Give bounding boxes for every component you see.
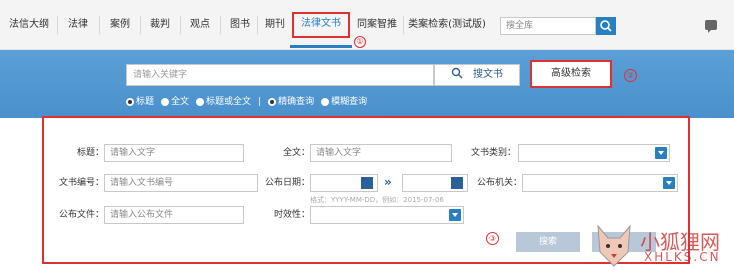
- validity-select[interactable]: [310, 206, 464, 224]
- pubdate-label: 公布日期：: [264, 178, 310, 188]
- radio-fulltext-label: 全文: [171, 97, 190, 107]
- nav-divider: [57, 16, 58, 34]
- marker-2: ②: [624, 69, 637, 82]
- search-icon: [600, 20, 612, 32]
- radio-title-or-fulltext-label: 标题或全文: [206, 97, 252, 107]
- nav-item-books[interactable]: 图书: [222, 0, 258, 50]
- calendar-icon[interactable]: [451, 177, 463, 189]
- advanced-search-submit-button[interactable]: 搜索: [516, 232, 580, 252]
- date-from-input[interactable]: [310, 174, 378, 192]
- nav-item-journal[interactable]: 期刊: [259, 0, 291, 50]
- doctype-select[interactable]: [518, 144, 670, 162]
- search-docs-label: 搜文书: [473, 69, 503, 80]
- top-nav: 法信大纲 法律 案例 裁判 观点 图书 期刊 法律文书 ① 同案智推 类案检索(…: [0, 0, 734, 50]
- nav-item-opinion[interactable]: 观点: [182, 0, 218, 50]
- pubfile-label: 公布文件：: [58, 210, 104, 220]
- title-input[interactable]: 请输入文字: [104, 144, 244, 162]
- global-search-button[interactable]: [596, 17, 616, 35]
- search-icon: [451, 67, 463, 79]
- nav-divider: [99, 16, 100, 34]
- docno-label: 文书编号：: [58, 178, 104, 188]
- radio-dot: [321, 98, 330, 106]
- nav-divider: [257, 16, 258, 34]
- search-scope-options: 标题 全文 标题或全文 | 精确查询 模糊查询: [126, 95, 367, 109]
- advanced-search-panel: 标题： 请输入文字 全文： 请输入文字 文书类别： 文书编号： 请输入文书编号 …: [42, 116, 690, 264]
- radio-exact-label: 精确查询: [278, 97, 315, 107]
- nav-item-similar-case[interactable]: 类案检索(测试版): [405, 0, 489, 50]
- date-to-input[interactable]: [402, 174, 468, 192]
- nav-item-legal-docs[interactable]: 法律文书: [290, 12, 352, 48]
- chevron-down-icon: [663, 177, 675, 189]
- docno-input[interactable]: 请输入文书编号: [104, 174, 258, 192]
- range-arrow-icon: »: [384, 175, 392, 189]
- calendar-icon[interactable]: [361, 177, 373, 189]
- chevron-down-icon: [655, 147, 667, 159]
- radio-title-or-fulltext[interactable]: 标题或全文: [196, 95, 251, 109]
- option-divider: |: [258, 97, 262, 107]
- radio-dot: [268, 98, 277, 106]
- nav-divider: [403, 16, 404, 34]
- validity-label: 时效性：: [273, 210, 310, 220]
- global-search-input[interactable]: 搜全库: [500, 17, 596, 35]
- watermark-domain: XHLKS.CN: [644, 250, 721, 264]
- pubfile-input[interactable]: 请输入公布文件: [104, 206, 244, 224]
- nav-divider: [180, 16, 181, 34]
- keyword-input[interactable]: 请输入关键字: [126, 64, 434, 86]
- search-docs-button[interactable]: 搜文书: [434, 64, 520, 86]
- nav-divider: [140, 16, 141, 34]
- radio-dot: [126, 98, 134, 106]
- chat-icon[interactable]: [705, 20, 717, 33]
- radio-title-label: 标题: [136, 97, 155, 107]
- chevron-down-icon: [449, 209, 461, 221]
- nav-item-law[interactable]: 法律: [60, 0, 96, 50]
- radio-dot: [161, 98, 170, 106]
- radio-fuzzy-label: 模糊查询: [331, 97, 368, 107]
- doctype-label: 文书类别：: [470, 148, 516, 158]
- pubauth-label: 公布机关：: [476, 178, 522, 188]
- search-band: 请输入关键字 搜文书 高级检索 ② 标题 全文 标题或全文 | 精确查询 模糊查…: [0, 50, 734, 118]
- radio-title[interactable]: 标题: [126, 95, 154, 109]
- radio-exact[interactable]: 精确查询: [268, 95, 314, 109]
- title-label: 标题：: [76, 148, 104, 158]
- radio-dot: [196, 98, 205, 106]
- nav-item-same-case[interactable]: 同案智推: [354, 0, 400, 50]
- fulltext-input[interactable]: 请输入文字: [310, 144, 452, 162]
- nav-item-outline[interactable]: 法信大纲: [4, 0, 54, 50]
- pubauth-select[interactable]: [522, 174, 678, 192]
- fox-logo-icon: [597, 224, 631, 267]
- radio-fulltext[interactable]: 全文: [161, 95, 189, 109]
- date-format-hint: 格式：YYYY-MM-DD，例如：2015-07-06: [310, 196, 444, 204]
- marker-3: ③: [486, 232, 499, 245]
- radio-fuzzy[interactable]: 模糊查询: [321, 95, 367, 109]
- nav-item-judgment[interactable]: 裁判: [142, 0, 178, 50]
- nav-divider: [220, 16, 221, 34]
- nav-item-case[interactable]: 案例: [102, 0, 138, 50]
- watermark-logo: [594, 222, 634, 268]
- fulltext-label: 全文：: [282, 148, 310, 158]
- advanced-search-button[interactable]: 高级检索: [530, 60, 612, 88]
